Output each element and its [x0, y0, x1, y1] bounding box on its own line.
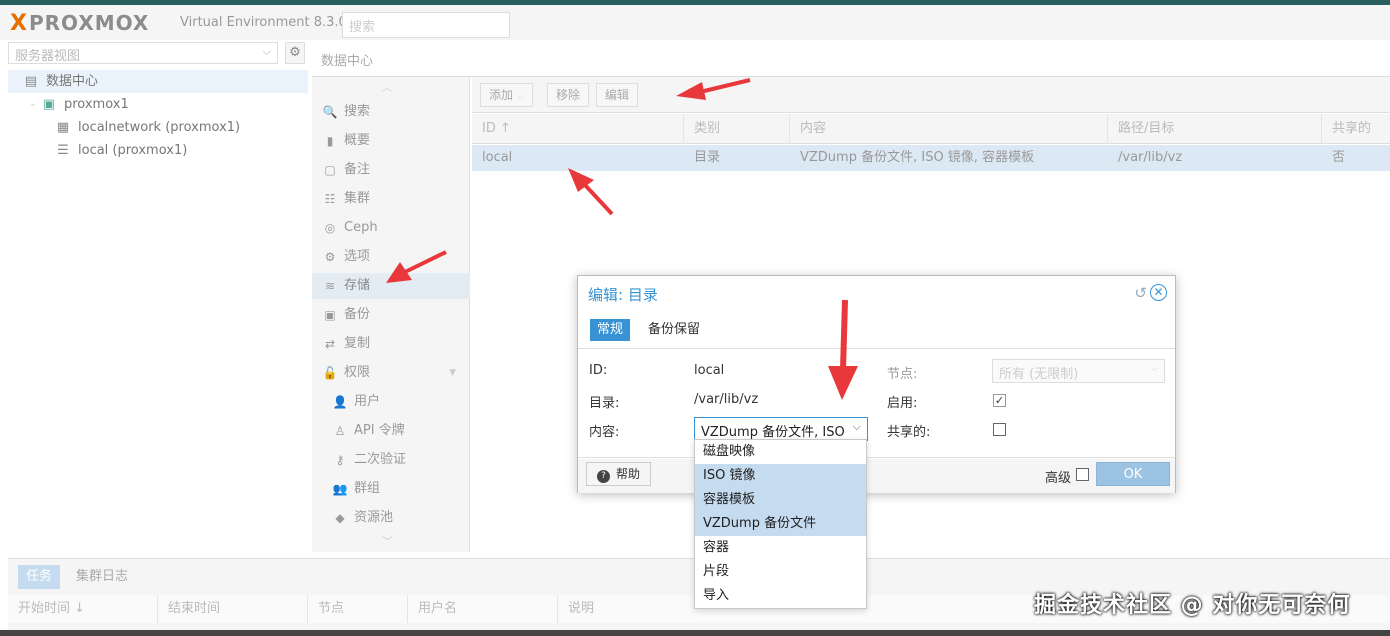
- watermark: 掘金技术社区 @ 对你无可奈何: [1034, 593, 1351, 618]
- annotation-arrows: [386, 78, 858, 400]
- annotation-arrow-row: [568, 168, 614, 216]
- annotation-arrow-content: [828, 299, 858, 400]
- annotation-arrow-storage: [386, 250, 447, 283]
- annotation-arrow-edit: [676, 78, 751, 100]
